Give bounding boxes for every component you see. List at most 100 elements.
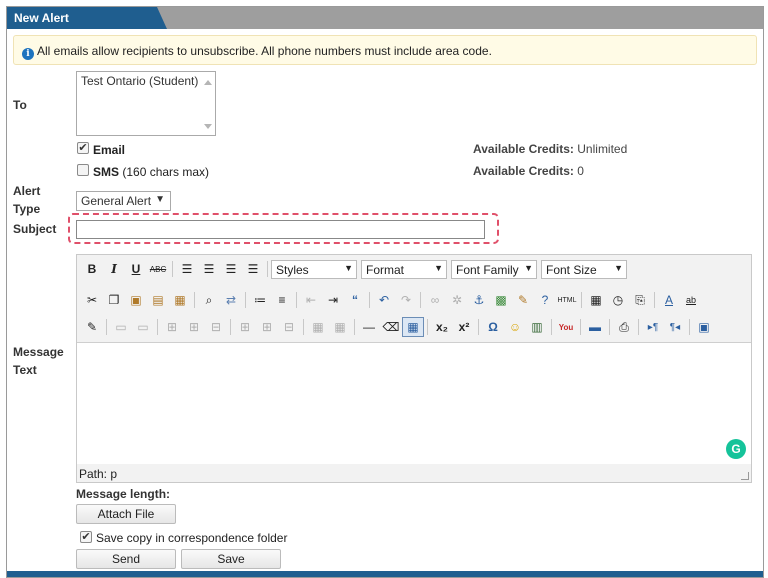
align-justify-icon[interactable]: ☰ <box>242 259 264 279</box>
rtl-icon[interactable]: ¶◂ <box>664 317 686 337</box>
send-button[interactable]: Send <box>76 549 176 569</box>
toolbar-separator <box>157 319 158 335</box>
toolbar-separator <box>296 292 297 308</box>
save-copy-checkbox[interactable]: ✔ <box>80 531 92 543</box>
redo-icon[interactable]: ↷ <box>395 290 417 310</box>
alert-type-value: General Alert <box>81 194 152 208</box>
email-checkbox[interactable]: ✔ <box>77 142 89 154</box>
dropdown-arrow-icon: ▼ <box>524 262 533 273</box>
eraser-icon[interactable]: ⌫ <box>380 317 402 337</box>
grammarly-icon[interactable]: G <box>726 439 746 459</box>
media-icon[interactable]: ▥ <box>526 317 548 337</box>
subject-input[interactable] <box>76 220 485 239</box>
font-family-select[interactable]: Font Family ▼ <box>451 259 537 279</box>
scroll-down-icon[interactable] <box>204 124 212 129</box>
delete-col-icon[interactable]: ⊟ <box>278 317 300 337</box>
split-cells-icon[interactable]: ▦ <box>307 317 329 337</box>
email-credits-label: Available Credits: <box>473 142 574 156</box>
toolbar-separator <box>551 319 552 335</box>
paste-icon[interactable]: ▣ <box>125 290 147 310</box>
styles-select-label: Styles <box>276 262 309 277</box>
toolbar-separator <box>172 261 173 277</box>
italic-icon[interactable]: I <box>103 259 125 279</box>
sms-credits: Available Credits: 0 <box>473 164 584 178</box>
cleanup-icon[interactable]: ✎ <box>512 290 534 310</box>
align-right-icon[interactable]: ☰ <box>220 259 242 279</box>
paste-word-icon[interactable]: ▦ <box>169 290 191 310</box>
merge-cells-icon[interactable]: ▦ <box>329 317 351 337</box>
image-icon[interactable]: ▩ <box>490 290 512 310</box>
special-char-icon[interactable]: Ω <box>482 317 504 337</box>
save-button[interactable]: Save <box>181 549 281 569</box>
paste-text-icon[interactable]: ▤ <box>147 290 169 310</box>
recipient-item[interactable]: Test Ontario (Student) <box>81 74 211 88</box>
subscript-icon[interactable]: x₂ <box>431 317 453 337</box>
sms-credits-label: Available Credits: <box>473 164 574 178</box>
preview-icon[interactable]: ⎘ <box>629 290 651 310</box>
toolbar-separator <box>478 319 479 335</box>
bold-icon[interactable]: B <box>81 259 103 279</box>
emoticon-icon[interactable]: ☺ <box>504 317 526 337</box>
dropdown-arrow-icon: ▼ <box>434 262 443 273</box>
horizontal-rule-icon[interactable]: — <box>358 317 380 337</box>
insert-time-icon[interactable]: ◷ <box>607 290 629 310</box>
info-icon: i <box>22 48 34 60</box>
underline-icon[interactable]: U <box>125 259 147 279</box>
styles-select[interactable]: Styles ▼ <box>271 259 357 279</box>
numbered-list-icon[interactable]: ≡ <box>271 290 293 310</box>
copy-icon[interactable]: ❐ <box>103 290 125 310</box>
message-text-area[interactable]: G <box>77 342 751 464</box>
email-label: Email <box>93 143 126 157</box>
align-left-icon[interactable]: ☰ <box>176 259 198 279</box>
page-break-icon[interactable]: ▬ <box>584 317 606 337</box>
font-size-select[interactable]: Font Size ▼ <box>541 259 627 279</box>
scroll-up-icon[interactable] <box>204 80 212 85</box>
replace-icon[interactable]: ⇄ <box>220 290 242 310</box>
outdent-icon[interactable]: ⇤ <box>300 290 322 310</box>
to-recipients-list[interactable]: Test Ontario (Student) <box>76 71 216 136</box>
table-row-props-icon[interactable]: ▭ <box>110 317 132 337</box>
indent-icon[interactable]: ⇥ <box>322 290 344 310</box>
youtube-icon[interactable]: You <box>555 317 577 337</box>
delete-row-icon[interactable]: ⊟ <box>205 317 227 337</box>
insert-col-after-icon[interactable]: ⊞ <box>256 317 278 337</box>
table-grid-icon[interactable]: ▦ <box>402 317 424 337</box>
align-center-icon[interactable]: ☰ <box>198 259 220 279</box>
anchor-icon[interactable]: ⚓ <box>468 290 490 310</box>
toolbar-separator <box>638 319 639 335</box>
fullscreen-icon[interactable]: ▣ <box>693 317 715 337</box>
text-color-icon[interactable]: A <box>658 290 680 310</box>
resize-handle-icon[interactable] <box>741 472 749 480</box>
blockquote-icon[interactable]: “ <box>344 290 366 310</box>
link-icon[interactable]: ∞ <box>424 290 446 310</box>
insert-date-icon[interactable]: ▦ <box>585 290 607 310</box>
insert-row-after-icon[interactable]: ⊞ <box>183 317 205 337</box>
toolbar-row-2: ✂ ❐ ▣ ▤ ▦ ⌕ ⇄ ≔ ≡ ⇤ ⇥ “ ↶ ↷ ∞ ✲ ⚓ ▩ ✎ ? … <box>81 289 702 311</box>
superscript-icon[interactable]: x² <box>453 317 475 337</box>
format-select[interactable]: Format ▼ <box>361 259 447 279</box>
sms-checkbox[interactable] <box>77 164 89 176</box>
find-icon[interactable]: ⌕ <box>198 290 220 310</box>
html-source-icon[interactable]: HTML <box>556 290 578 310</box>
bullet-list-icon[interactable]: ≔ <box>249 290 271 310</box>
toolbar-separator <box>194 292 195 308</box>
table-cell-props-icon[interactable]: ▭ <box>132 317 154 337</box>
ltr-icon[interactable]: ▸¶ <box>642 317 664 337</box>
unlink-icon[interactable]: ✲ <box>446 290 468 310</box>
help-icon[interactable]: ? <box>534 290 556 310</box>
insert-row-before-icon[interactable]: ⊞ <box>161 317 183 337</box>
toolbar-separator <box>427 319 428 335</box>
toolbar-separator <box>230 319 231 335</box>
highlight-color-icon[interactable]: ab <box>680 290 702 310</box>
alert-type-select[interactable]: General Alert ▼ <box>76 191 171 211</box>
cut-icon[interactable]: ✂ <box>81 290 103 310</box>
recipients-scrollbar[interactable] <box>201 72 215 135</box>
insert-col-before-icon[interactable]: ⊞ <box>234 317 256 337</box>
print-icon[interactable]: ⎙ <box>613 317 635 337</box>
table-edit-icon[interactable]: ✎ <box>81 317 103 337</box>
message-label-line1: Message <box>13 345 64 359</box>
undo-icon[interactable]: ↶ <box>373 290 395 310</box>
strikethrough-icon[interactable]: ABC <box>147 259 169 279</box>
dropdown-arrow-icon: ▼ <box>614 262 623 273</box>
attach-file-button[interactable]: Attach File <box>76 504 176 524</box>
